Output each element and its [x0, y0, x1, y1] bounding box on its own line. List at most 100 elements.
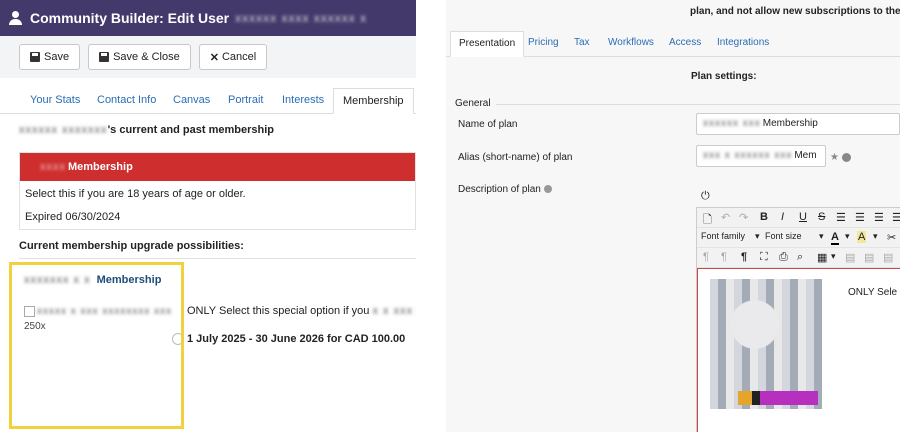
pixelated-image-bottom: [738, 391, 818, 405]
strikethrough-icon[interactable]: S: [818, 211, 825, 223]
tab-portrait[interactable]: Portrait: [228, 88, 263, 114]
plan-settings-heading: Plan settings:: [691, 71, 757, 82]
text-color-icon[interactable]: A: [831, 231, 839, 245]
chevron-down-icon[interactable]: ▾: [845, 231, 850, 242]
ltr-icon[interactable]: ¶: [703, 251, 709, 263]
underline-icon[interactable]: U: [799, 211, 807, 223]
close-icon: ✕: [209, 51, 219, 64]
highlight-box: [9, 262, 184, 429]
editor-toolbar-row-3: ¶ ¶ ¶ ⛶ ⎙ ⌕ ▦ ▾ ▤ ▤ ▤: [697, 248, 900, 268]
plan-tabs: Presentation Pricing Tax Workflows Acces…: [446, 31, 900, 57]
editor-toolbar-row-2: Font family ▾ Font size ▾ A ▾ A ▾ ✂: [697, 228, 900, 248]
save-label: Save: [44, 51, 70, 63]
current-plan-card: xxxx Membership Select this if you are 1…: [19, 152, 416, 230]
search-icon[interactable]: ⌕: [797, 251, 803, 264]
align-left-icon[interactable]: ☰: [836, 211, 846, 224]
divider: [496, 104, 900, 105]
pixelated-image: [710, 279, 822, 409]
top-note: plan, and not allow new subscriptions to…: [690, 6, 900, 17]
plan-settings-panel: plan, and not allow new subscriptions to…: [446, 0, 900, 432]
rtl-icon[interactable]: ¶: [721, 251, 727, 263]
title-username-redacted: xxxxxx xxxx xxxxxx x: [235, 11, 368, 25]
save-close-button[interactable]: Save & Close: [88, 44, 191, 70]
owner-suffix: 's current and past membership: [107, 124, 275, 136]
background-color-icon[interactable]: A: [857, 231, 867, 243]
plan-description: Select this if you are 18 years of age o…: [25, 188, 246, 200]
membership-heading: xxxxxx xxxxxxx's current and past member…: [19, 124, 274, 136]
gap: [416, 0, 446, 432]
table-cell-icon[interactable]: ▤: [845, 251, 855, 264]
name-label: Name of plan: [458, 119, 518, 130]
font-size-select[interactable]: Font size: [765, 231, 802, 241]
divider: [19, 258, 416, 259]
plan-alias-input[interactable]: xxx x xxxxxx xxx Mem: [696, 145, 826, 167]
user-icon: [8, 10, 24, 26]
tab-canvas[interactable]: Canvas: [173, 88, 210, 114]
plan-name-input[interactable]: xxxxxx xxx Membership: [696, 113, 900, 135]
tab-presentation[interactable]: Presentation: [450, 31, 525, 57]
current-plan-header: xxxx Membership: [20, 153, 415, 181]
upgrade-description: ONLY Select this special option if you x…: [187, 305, 416, 317]
tab-access[interactable]: Access: [669, 31, 701, 57]
alias-value: Mem: [794, 150, 817, 161]
tab-tax[interactable]: Tax: [574, 31, 590, 57]
tab-workflows[interactable]: Workflows: [608, 31, 654, 57]
description-label: Description of plan: [458, 184, 541, 195]
align-center-icon[interactable]: ☰: [855, 211, 865, 224]
align-right-icon[interactable]: ☰: [874, 211, 884, 224]
alias-label: Alias (short-name) of plan: [458, 152, 573, 163]
italic-icon[interactable]: I: [781, 211, 784, 223]
undo-icon[interactable]: ↶: [721, 211, 730, 224]
upgrade-text: ONLY Select this special option if you: [187, 305, 370, 317]
description-label-wrap: Description of plan: [458, 184, 552, 195]
info-icon: [543, 185, 552, 194]
info-icon[interactable]: [842, 153, 851, 162]
tab-pricing[interactable]: Pricing: [528, 31, 559, 57]
select-arrow-icon: ▾: [755, 231, 760, 241]
cancel-button[interactable]: ✕ Cancel: [198, 44, 268, 70]
cancel-label: Cancel: [221, 51, 257, 63]
upgrade-price: 1 July 2025 - 30 June 2026 for CAD 100.0…: [187, 333, 406, 345]
tab-your-stats[interactable]: Your Stats: [30, 88, 80, 114]
fullscreen-icon[interactable]: ⛶: [760, 251, 768, 264]
table-row-icon[interactable]: ▤: [864, 251, 874, 264]
chevron-down-icon[interactable]: ▾: [873, 231, 878, 242]
table-col-icon[interactable]: ▤: [883, 251, 893, 264]
page-title: Community Builder: Edit User: [30, 10, 230, 26]
name-value: Membership: [762, 118, 818, 129]
paragraph-icon[interactable]: ¶: [741, 251, 747, 263]
tab-membership[interactable]: Membership: [333, 88, 414, 114]
bold-icon[interactable]: B: [760, 211, 768, 223]
toolbar: Save Save & Close ✕ Cancel: [0, 36, 416, 78]
select-arrow-icon: ▾: [819, 231, 824, 241]
edit-user-panel: Community Builder: Edit User xxxxxx xxxx…: [0, 0, 416, 432]
plan-name: Membership: [68, 161, 133, 173]
tab-integrations[interactable]: Integrations: [717, 31, 769, 57]
editor-content[interactable]: ONLY Sele: [697, 268, 900, 432]
scissors-icon[interactable]: ✂: [887, 231, 896, 244]
star-icon[interactable]: ★: [830, 152, 839, 163]
print-icon[interactable]: ⎙: [779, 251, 788, 264]
floppy-disk-icon: [30, 52, 40, 62]
plan-name-redacted: xxxx: [40, 161, 66, 173]
power-icon[interactable]: ⏻: [701, 190, 710, 203]
font-family-select[interactable]: Font family: [701, 231, 745, 241]
upgrade-text-redacted: x x xxx xxxx x: [372, 305, 416, 317]
save-button[interactable]: Save: [19, 44, 81, 70]
tab-contact-info[interactable]: Contact Info: [97, 88, 156, 114]
floppy-disk-icon: [99, 52, 110, 62]
owner-name-redacted: xxxxxx xxxxxxx: [19, 124, 108, 136]
name-redacted: xxxxxx xxx: [703, 118, 761, 129]
profile-tabs: Your Stats Contact Info Canvas Portrait …: [0, 88, 416, 114]
chevron-down-icon[interactable]: ▾: [831, 251, 836, 262]
tab-interests[interactable]: Interests: [282, 88, 324, 114]
rich-text-editor: 🗋 ↶ ↷ B I U S ☰ ☰ ☰ ☰ Font family ▾ Font…: [696, 207, 900, 432]
plan-expiry: Expired 06/30/2024: [25, 211, 121, 223]
upgrade-heading: Current membership upgrade possibilities…: [19, 240, 244, 252]
table-icon[interactable]: ▦: [817, 251, 827, 264]
editor-toolbar-row-1: 🗋 ↶ ↷ B I U S ☰ ☰ ☰ ☰: [697, 208, 900, 228]
align-justify-icon[interactable]: ☰: [892, 211, 900, 224]
save-close-label: Save & Close: [113, 51, 180, 63]
editor-content-text: ONLY Sele: [848, 287, 898, 298]
redo-icon[interactable]: ↷: [739, 211, 748, 224]
